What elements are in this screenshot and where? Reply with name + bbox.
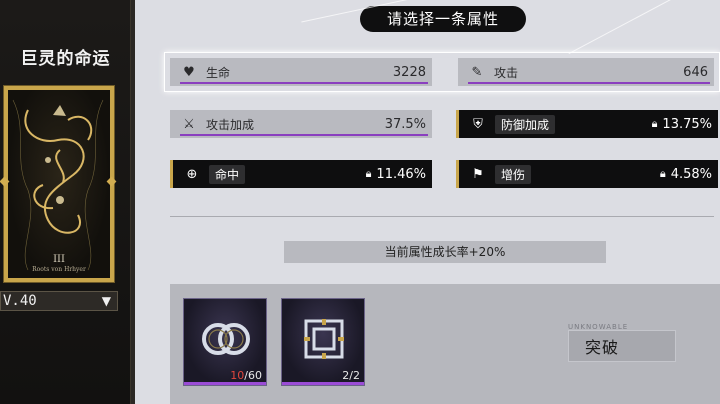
rarity-bar [282,382,364,385]
stat-value: 646 [683,64,708,80]
sword-up-icon: ⚔ [183,116,195,132]
serpent-art-icon [12,99,104,271]
breakthrough-label: 突破 [585,338,620,357]
card-art[interactable]: III Roots von Hrhyer [4,86,114,282]
heart-icon: ♥ [183,64,195,80]
card-title: 巨灵的命运 [20,49,111,69]
breakthrough-button[interactable]: 突破 [568,330,676,362]
panel-divider [131,0,135,404]
level-selector[interactable]: V.40 ▼ [0,291,118,311]
lock-icon: 🔒︎ [365,167,372,180]
chevron-down-icon: ▼ [101,294,111,308]
lock-icon: 🔒︎ [659,167,666,180]
stat-label: 增伤 [495,164,532,184]
stat-label: 生命 [206,65,231,80]
lock-icon: 🔒︎ [651,117,658,130]
stat-value: 3228 [392,64,426,80]
stat-hp[interactable]: ♥ 生命 3228 [170,58,432,86]
stat-label: 防御加成 [495,114,556,134]
divider [170,216,714,217]
page-title: 请选择一条属性 [360,6,526,32]
material-item[interactable]: 10/60 [183,298,267,386]
seal-crystal-icon [304,319,344,359]
stat-label: 命中 [209,164,246,184]
stat-value: 37.5% [384,116,426,132]
stat-atk[interactable]: ✎ 攻击 646 [458,58,714,86]
stat-label: 攻击 [494,65,519,80]
sword-icon: ✎ [471,64,483,80]
material-count: 10/60 [230,369,262,382]
stat-def-bonus[interactable]: ⛨ 防御加成 🔒︎ 13.75% [456,110,718,138]
shield-icon: ⛨ [473,116,483,132]
flag-icon: ⚑ [472,166,484,182]
card-rank: III [53,254,65,265]
stat-value: 13.75% [662,116,712,132]
deco-line [568,0,702,55]
stat-value: 11.46% [376,166,426,182]
material-item[interactable]: 2/2 [281,298,365,386]
rarity-bar [184,382,266,385]
stat-label: 攻击加成 [206,117,255,132]
growth-rate: 当前属性成长率+20% [284,241,606,263]
level-text: V.40 [3,293,37,309]
card-subtitle: Roots von Hrhyer [32,266,86,273]
stat-atk-bonus[interactable]: ⚔ 攻击加成 37.5% [170,110,432,138]
stat-crit[interactable]: ⊕ 命中 🔒︎ 11.46% [170,160,432,188]
material-count: 2/2 [342,369,360,382]
stat-dmg[interactable]: ⚑ 增伤 🔒︎ 4.58% [456,160,718,188]
stat-value: 4.58% [670,166,712,182]
target-icon: ⊕ [186,166,198,182]
knot-crystal-icon [202,323,250,355]
